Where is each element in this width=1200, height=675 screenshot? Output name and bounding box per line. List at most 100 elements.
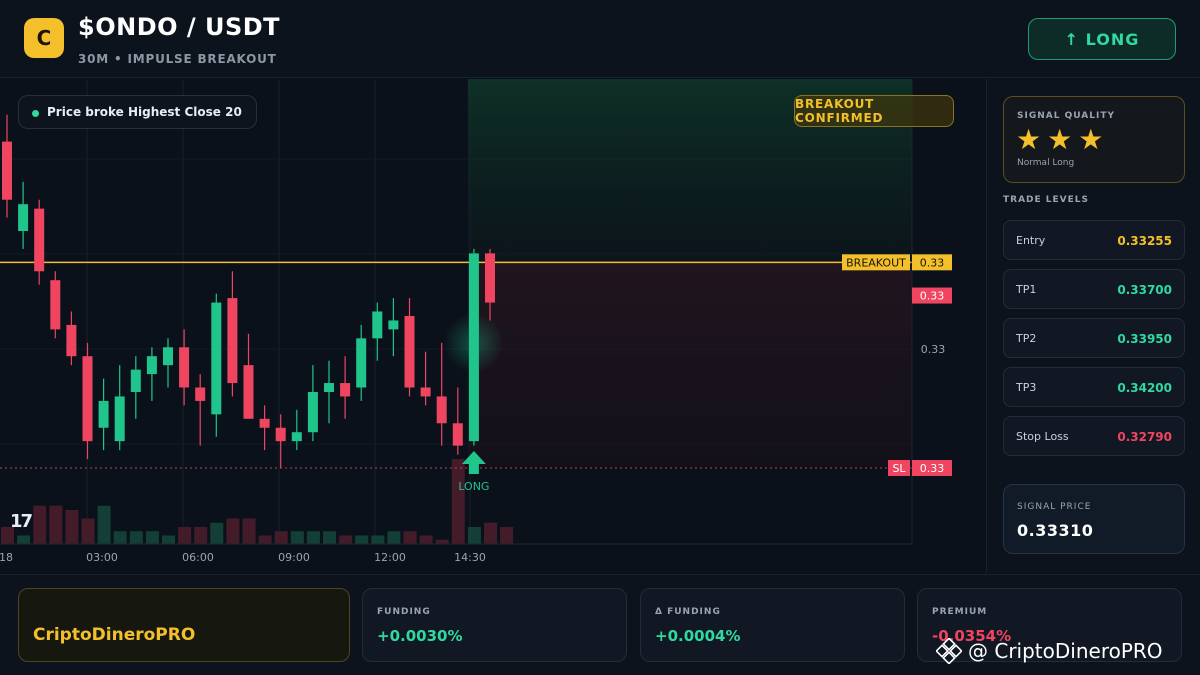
y-axis-price-label: 0.33 <box>921 343 946 356</box>
volume-bar <box>306 531 320 544</box>
level-value: 0.33950 <box>1117 332 1172 346</box>
volume-bar <box>49 505 63 544</box>
volume-bar <box>242 518 256 544</box>
volume-bar <box>81 518 95 544</box>
volume-bar <box>178 527 192 544</box>
level-value: 0.32790 <box>1117 430 1172 444</box>
candle-body <box>324 383 334 392</box>
pair-subtitle: 30M • IMPULSE BREAKOUT <box>78 52 277 66</box>
level-row-tp1: TP1 0.33700 <box>1003 269 1185 309</box>
volume-bar <box>387 531 401 544</box>
rating-stars: ★ ★ ★ <box>1016 123 1103 157</box>
candlestick-chart[interactable]: LONG 1803:0006:0009:0012:0014:30 TP10.34… <box>0 79 985 573</box>
price-chart[interactable]: LONG 1803:0006:0009:0012:0014:30 TP10.34… <box>0 79 985 573</box>
volume-bar <box>451 459 465 544</box>
candle-body <box>436 396 447 424</box>
volume-bar <box>435 539 449 544</box>
level-row-tp2: TP2 0.33950 <box>1003 318 1185 358</box>
watermark: @ CriptoDineroPRO <box>936 638 1163 664</box>
level-label: Entry <box>1016 234 1046 247</box>
volume-bar <box>403 531 417 544</box>
candle-body <box>179 347 190 388</box>
candle-body <box>163 347 173 366</box>
candle-body <box>468 253 479 442</box>
long-direction-button[interactable]: ↑ LONG <box>1028 18 1176 60</box>
brand-name: CriptoDineroPRO <box>33 625 196 645</box>
funding-card: FUNDING +0.0030% <box>362 588 627 662</box>
volume-bar <box>467 527 481 544</box>
x-axis-tick-label: 18 <box>0 551 13 564</box>
volume-bar <box>484 522 497 544</box>
level-label: TP1 <box>1016 283 1037 296</box>
volume-bar <box>162 535 175 544</box>
candle-body <box>227 298 238 384</box>
candle-body <box>388 320 399 330</box>
star-icon: ★ <box>1016 123 1042 156</box>
x-axis-tick-label: 06:00 <box>182 551 214 564</box>
candle-body <box>195 387 206 401</box>
current-price-tag: 0.33 <box>920 290 945 303</box>
volume-bar <box>97 505 111 544</box>
candle-body <box>98 400 109 428</box>
candle-body <box>356 338 367 388</box>
volume-bar <box>129 531 143 544</box>
candle-body <box>130 369 141 392</box>
signal-quality-label: SIGNAL QUALITY <box>1017 111 1115 121</box>
volume-bar <box>419 535 433 544</box>
volume-bar <box>290 531 304 544</box>
candle-body <box>452 423 463 446</box>
stat-value: +0.0004% <box>655 627 741 645</box>
candle-body <box>307 391 318 433</box>
sl-tag: SL <box>892 462 906 475</box>
signal-price-value: 0.33310 <box>1017 521 1094 540</box>
header: C $ONDO / USDT 30M • IMPULSE BREAKOUT ↑ … <box>0 0 1200 78</box>
level-row-entry: Entry 0.33255 <box>1003 220 1185 260</box>
x-axis-tick-label: 09:00 <box>278 551 310 564</box>
signal-quality-text: Normal Long <box>1017 158 1075 168</box>
binance-logo-icon <box>936 638 962 664</box>
candle-body <box>485 253 495 303</box>
stop-loss-zone <box>467 262 912 468</box>
candle-body <box>259 418 270 428</box>
level-row-stop-loss: Stop Loss 0.32790 <box>1003 416 1185 456</box>
stats-bar: CriptoDineroPRO FUNDING +0.0030% Δ FUNDI… <box>0 574 1200 675</box>
level-label: Stop Loss <box>1016 430 1069 443</box>
volume-bar <box>371 535 385 544</box>
breakout-confirmed-badge: BREAKOUT CONFIRMED <box>794 95 954 127</box>
star-icon: ★ <box>1078 123 1104 156</box>
level-value: 0.33700 <box>1117 283 1172 297</box>
tradingview-logo-icon: 17 <box>10 511 33 532</box>
level-label: TP2 <box>1016 332 1037 345</box>
candle-body <box>66 324 77 357</box>
candle-body <box>146 356 157 375</box>
breakout-tag: BREAKOUT <box>846 256 906 269</box>
volume-bar <box>17 535 31 544</box>
candle-body <box>243 365 254 419</box>
volume-bar <box>145 531 159 544</box>
candle-body <box>82 356 93 442</box>
pair-title: $ONDO / USDT <box>78 13 281 41</box>
level-value: 0.33255 <box>1117 234 1172 248</box>
candle-body <box>340 383 351 397</box>
volume-bar <box>258 535 272 544</box>
level-row-tp3: TP3 0.34200 <box>1003 367 1185 407</box>
volume-bar <box>274 531 288 544</box>
level-label: TP3 <box>1016 381 1037 394</box>
brand-card: CriptoDineroPRO <box>18 588 350 662</box>
candle-body <box>211 302 222 415</box>
volume-bar <box>210 522 224 544</box>
signal-quality-card: SIGNAL QUALITY ★ ★ ★ Normal Long <box>1003 96 1185 183</box>
long-marker-label: LONG <box>458 480 489 493</box>
candle-body <box>50 280 61 330</box>
delta-funding-card: Δ FUNDING +0.0004% <box>640 588 905 662</box>
level-value: 0.34200 <box>1117 381 1172 395</box>
volume-bar <box>113 531 127 544</box>
stat-title: Δ FUNDING <box>655 607 721 617</box>
stat-title: FUNDING <box>377 607 431 617</box>
x-axis-tick-label: 03:00 <box>86 551 118 564</box>
candle-body <box>404 315 415 388</box>
signal-price-label: SIGNAL PRICE <box>1017 502 1092 512</box>
signal-price-card: SIGNAL PRICE 0.33310 <box>1003 484 1185 554</box>
candle-body <box>275 427 286 442</box>
volume-bar <box>500 527 514 544</box>
